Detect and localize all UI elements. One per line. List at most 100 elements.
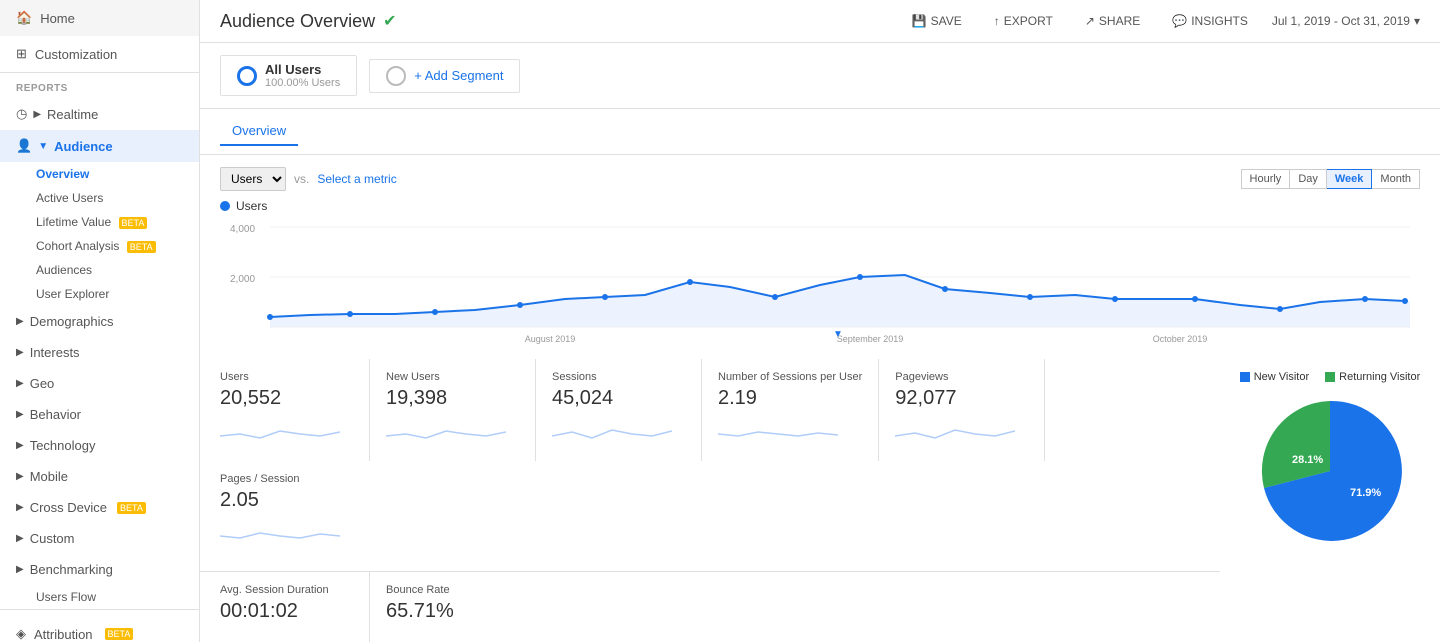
export-label: EXPORT <box>1004 14 1053 28</box>
stat-sessions-per-user-value: 2.19 <box>718 387 862 410</box>
sidebar-item-cross-device[interactable]: ▶ Cross Device BETA <box>0 492 199 523</box>
share-icon: ↗ <box>1085 14 1095 28</box>
top-bar: Audience Overview ✔ 💾 SAVE ↑ EXPORT ↗ SH… <box>200 0 1440 43</box>
sidebar-top-nav: 🏠 Home ⊞ Customization <box>0 0 199 73</box>
svg-text:2,000: 2,000 <box>230 274 255 285</box>
insights-button[interactable]: 💬 INSIGHTS <box>1164 10 1256 32</box>
overview-label: Overview <box>36 167 89 181</box>
sidebar-item-realtime[interactable]: ◷ ▶ Realtime <box>0 98 199 130</box>
new-visitor-label: New Visitor <box>1254 371 1309 383</box>
stat-avg-duration-value: 00:01:02 <box>220 600 353 623</box>
vs-text: vs. <box>294 172 309 186</box>
sidebar-item-mobile[interactable]: ▶ Mobile <box>0 461 199 492</box>
sidebar: 🏠 Home ⊞ Customization REPORTS ◷ ▶ Realt… <box>0 0 200 642</box>
attribution-icon: ◈ <box>16 626 26 642</box>
pages-per-session-sparkline <box>220 518 340 548</box>
time-btn-month[interactable]: Month <box>1372 169 1420 189</box>
add-segment-label: + Add Segment <box>414 68 503 83</box>
stat-sessions-per-user: Number of Sessions per User 2.19 <box>718 359 879 461</box>
export-icon: ↑ <box>994 14 1000 28</box>
pageviews-sparkline <box>895 416 1015 446</box>
sessions-sparkline <box>552 416 672 446</box>
stat-bounce-rate: Bounce Rate 65.71% <box>386 572 536 642</box>
sidebar-item-lifetime-value[interactable]: Lifetime Value BETA <box>0 210 199 234</box>
stat-users-label: Users <box>220 371 353 383</box>
svg-text:28.1%: 28.1% <box>1292 454 1323 466</box>
realtime-label: Realtime <box>47 107 98 122</box>
behavior-label: Behavior <box>30 407 81 422</box>
stat-sessions-value: 45,024 <box>552 387 685 410</box>
sidebar-item-overview[interactable]: Overview <box>0 162 199 186</box>
sidebar-item-attribution[interactable]: ◈ Attribution BETA <box>0 616 199 642</box>
sidebar-item-behavior[interactable]: ▶ Behavior <box>0 399 199 430</box>
sidebar-item-technology[interactable]: ▶ Technology <box>0 430 199 461</box>
user-explorer-label: User Explorer <box>36 287 109 301</box>
person-icon: 👤 <box>16 138 32 154</box>
add-segment-pill[interactable]: + Add Segment <box>369 59 520 93</box>
save-button[interactable]: 💾 SAVE <box>904 10 970 32</box>
all-users-segment[interactable]: All Users 100.00% Users <box>220 55 357 96</box>
audience-label: Audience <box>54 139 113 154</box>
select-metric-link[interactable]: Select a metric <box>317 172 396 186</box>
segment-info: All Users 100.00% Users <box>265 62 340 89</box>
stat-pages-per-session-label: Pages / Session <box>220 473 354 485</box>
sidebar-item-custom[interactable]: ▶ Custom <box>0 523 199 554</box>
sidebar-item-cohort-analysis[interactable]: Cohort Analysis BETA <box>0 234 199 258</box>
chart-svg: 4,000 2,000 August 2019 September 2019 O… <box>220 217 1420 347</box>
technology-label: Technology <box>30 438 96 453</box>
page-title-area: Audience Overview ✔ <box>220 11 396 32</box>
pie-chart-svg: 71.9% 28.1% <box>1250 391 1410 551</box>
save-label: SAVE <box>931 14 962 28</box>
svg-text:71.9%: 71.9% <box>1350 487 1381 499</box>
expand-arrow-behavior: ▶ <box>16 409 24 420</box>
time-btn-week[interactable]: Week <box>1327 169 1373 189</box>
beta-badge-cohort: BETA <box>127 241 156 253</box>
time-buttons: Hourly Day Week Month <box>1241 169 1420 189</box>
returning-visitor-label: Returning Visitor <box>1339 371 1420 383</box>
sidebar-item-home[interactable]: 🏠 Home <box>0 0 199 36</box>
segment-inactive-indicator <box>386 66 406 86</box>
segments-bar: All Users 100.00% Users + Add Segment <box>200 43 1440 109</box>
sidebar-item-interests[interactable]: ▶ Interests <box>0 337 199 368</box>
expand-arrow-custom: ▶ <box>16 533 24 544</box>
returning-visitor-color <box>1325 372 1335 382</box>
stat-pageviews: Pageviews 92,077 <box>895 359 1045 461</box>
tab-overview[interactable]: Overview <box>220 117 298 146</box>
lifetime-value-label: Lifetime Value <box>36 215 111 229</box>
export-button[interactable]: ↑ EXPORT <box>986 10 1061 32</box>
dropdown-arrow-icon: ▾ <box>1414 14 1420 28</box>
sidebar-item-demographics[interactable]: ▶ Demographics <box>0 306 199 337</box>
date-range-picker[interactable]: Jul 1, 2019 - Oct 31, 2019 ▾ <box>1272 14 1420 28</box>
mobile-label: Mobile <box>30 469 68 484</box>
sidebar-item-audience[interactable]: 👤 ▼ Audience <box>0 130 199 162</box>
page-title: Audience Overview <box>220 11 375 32</box>
sidebar-item-user-explorer[interactable]: User Explorer <box>0 282 199 306</box>
expand-arrow-interests: ▶ <box>16 347 24 358</box>
segment-active-indicator <box>237 66 257 86</box>
share-button[interactable]: ↗ SHARE <box>1077 10 1148 32</box>
metric-select[interactable]: Users <box>220 167 286 191</box>
sidebar-item-geo[interactable]: ▶ Geo <box>0 368 199 399</box>
svg-text:4,000: 4,000 <box>230 224 255 235</box>
stat-new-users-label: New Users <box>386 371 519 383</box>
sidebar-item-customization[interactable]: ⊞ Customization <box>0 36 199 72</box>
overview-tab-bar: Overview <box>200 109 1440 155</box>
stat-users: Users 20,552 <box>220 359 370 461</box>
sidebar-item-audiences[interactable]: Audiences <box>0 258 199 282</box>
expand-arrow-cross: ▶ <box>16 502 24 513</box>
time-btn-hourly[interactable]: Hourly <box>1241 169 1291 189</box>
stat-avg-duration-label: Avg. Session Duration <box>220 584 353 596</box>
active-users-label: Active Users <box>36 191 103 205</box>
sidebar-item-users-flow[interactable]: Users Flow <box>0 585 199 609</box>
time-btn-day[interactable]: Day <box>1290 169 1327 189</box>
sidebar-item-active-users[interactable]: Active Users <box>0 186 199 210</box>
users-legend-label: Users <box>236 199 267 213</box>
cohort-analysis-label: Cohort Analysis <box>36 239 119 253</box>
chart-controls-left: Users vs. Select a metric <box>220 167 397 191</box>
stat-sessions-label: Sessions <box>552 371 685 383</box>
reports-label: REPORTS <box>0 73 199 98</box>
new-users-sparkline <box>386 416 506 446</box>
bounce-rate-sparkline <box>386 629 506 642</box>
sidebar-item-benchmarking[interactable]: ▶ Benchmarking <box>0 554 199 585</box>
geo-label: Geo <box>30 376 55 391</box>
